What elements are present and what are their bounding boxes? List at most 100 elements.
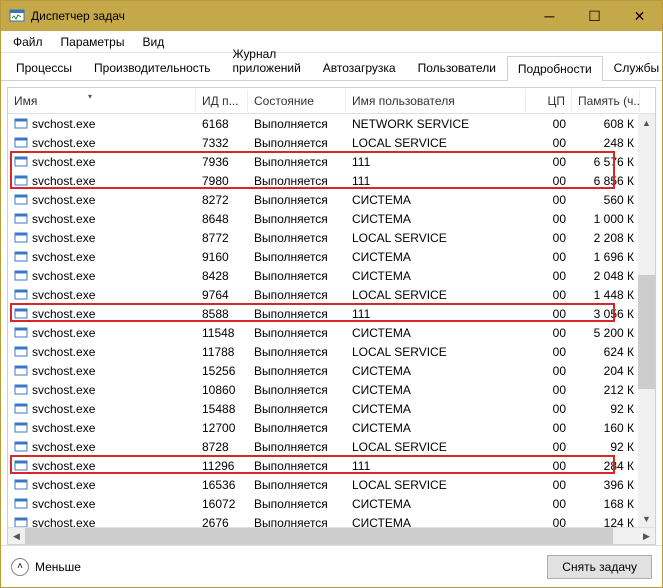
cell-state: Выполняется [248, 136, 346, 150]
table-row[interactable]: svchost.exe16536ВыполняетсяLOCAL SERVICE… [8, 475, 655, 494]
cell-pid: 7936 [196, 155, 248, 169]
tab-startup[interactable]: Автозагрузка [312, 55, 407, 80]
table-row[interactable]: svchost.exe7936Выполняется111006 576 К [8, 152, 655, 171]
process-icon [14, 250, 28, 264]
cell-cpu: 00 [526, 269, 572, 283]
table-row[interactable]: svchost.exe9160ВыполняетсяСИСТЕМА001 696… [8, 247, 655, 266]
table-row[interactable]: svchost.exe6168ВыполняетсяNETWORK SERVIC… [8, 114, 655, 133]
col-header-name[interactable]: Имя ▾ [8, 90, 196, 112]
cell-state: Выполняется [248, 288, 346, 302]
cell-name: svchost.exe [32, 155, 95, 169]
cell-pid: 8772 [196, 231, 248, 245]
table-row[interactable]: svchost.exe11788ВыполняетсяLOCAL SERVICE… [8, 342, 655, 361]
table-row[interactable]: svchost.exe11548ВыполняетсяСИСТЕМА005 20… [8, 323, 655, 342]
cell-cpu: 00 [526, 136, 572, 150]
cell-name: svchost.exe [32, 250, 95, 264]
table-row[interactable]: svchost.exe2676ВыполняетсяСИСТЕМА00124 К [8, 513, 655, 527]
scroll-h-track[interactable] [25, 528, 638, 545]
table-row[interactable]: svchost.exe8272ВыполняетсяСИСТЕМА00560 К [8, 190, 655, 209]
col-header-cpu[interactable]: ЦП [526, 90, 572, 112]
cell-user: LOCAL SERVICE [346, 288, 526, 302]
cell-cpu: 00 [526, 383, 572, 397]
table-row[interactable]: svchost.exe8428ВыполняетсяСИСТЕМА002 048… [8, 266, 655, 285]
cell-state: Выполняется [248, 478, 346, 492]
close-button[interactable]: ✕ [617, 1, 662, 31]
tab-services[interactable]: Службы [603, 55, 663, 80]
cell-pid: 8728 [196, 440, 248, 454]
cell-user: LOCAL SERVICE [346, 478, 526, 492]
cell-cpu: 00 [526, 421, 572, 435]
tab-details[interactable]: Подробности [507, 56, 603, 81]
table-row[interactable]: svchost.exe12700ВыполняетсяСИСТЕМА00160 … [8, 418, 655, 437]
titlebar[interactable]: Диспетчер задач ─ ☐ ✕ [1, 1, 662, 31]
cell-pid: 2676 [196, 516, 248, 528]
menu-file[interactable]: Файл [5, 33, 51, 51]
cell-state: Выполняется [248, 269, 346, 283]
process-icon [14, 136, 28, 150]
scroll-v-thumb[interactable] [638, 275, 655, 389]
table-row[interactable]: svchost.exe9764ВыполняетсяLOCAL SERVICE0… [8, 285, 655, 304]
table-row[interactable]: svchost.exe8588Выполняется111003 056 К [8, 304, 655, 323]
end-task-button[interactable]: Снять задачу [547, 555, 652, 579]
cell-state: Выполняется [248, 231, 346, 245]
table-row[interactable]: svchost.exe8772ВыполняетсяLOCAL SERVICE0… [8, 228, 655, 247]
process-icon [14, 117, 28, 131]
vertical-scrollbar[interactable]: ▲ ▼ [638, 114, 655, 527]
scroll-up-icon[interactable]: ▲ [638, 114, 655, 131]
table-row[interactable]: svchost.exe7332ВыполняетсяLOCAL SERVICE0… [8, 133, 655, 152]
tab-processes[interactable]: Процессы [5, 55, 83, 80]
tab-performance[interactable]: Производительность [83, 55, 221, 80]
cell-name: svchost.exe [32, 288, 95, 302]
cell-name: svchost.exe [32, 440, 95, 454]
cell-pid: 8648 [196, 212, 248, 226]
scroll-right-icon[interactable]: ▶ [638, 528, 655, 545]
menu-view[interactable]: Вид [134, 33, 172, 51]
table-row[interactable]: svchost.exe15488ВыполняетсяСИСТЕМА0092 К [8, 399, 655, 418]
col-header-user[interactable]: Имя пользователя [346, 90, 526, 112]
process-icon [14, 402, 28, 416]
cell-mem: 160 К [572, 421, 640, 435]
table-row[interactable]: svchost.exe8648ВыполняетсяСИСТЕМА001 000… [8, 209, 655, 228]
cell-mem: 6 576 К [572, 155, 640, 169]
cell-name: svchost.exe [32, 174, 95, 188]
cell-state: Выполняется [248, 421, 346, 435]
menu-options[interactable]: Параметры [53, 33, 133, 51]
cell-user: NETWORK SERVICE [346, 117, 526, 131]
cell-pid: 8588 [196, 307, 248, 321]
process-icon [14, 326, 28, 340]
table-row[interactable]: svchost.exe16072ВыполняетсяСИСТЕМА00168 … [8, 494, 655, 513]
cell-pid: 7980 [196, 174, 248, 188]
col-header-pid[interactable]: ИД п... [196, 90, 248, 112]
cell-name: svchost.exe [32, 364, 95, 378]
maximize-button[interactable]: ☐ [572, 1, 617, 31]
horizontal-scrollbar[interactable]: ◀ ▶ [8, 527, 655, 544]
process-icon [14, 497, 28, 511]
process-icon [14, 364, 28, 378]
table-row[interactable]: svchost.exe8728ВыполняетсяLOCAL SERVICE0… [8, 437, 655, 456]
scroll-v-track[interactable] [638, 131, 655, 510]
col-header-state[interactable]: Состояние [248, 90, 346, 112]
grid-body[interactable]: svchost.exe6168ВыполняетсяNETWORK SERVIC… [8, 114, 655, 527]
table-row[interactable]: svchost.exe7980Выполняется111006 856 К [8, 171, 655, 190]
cell-user: СИСТЕМА [346, 364, 526, 378]
process-icon [14, 231, 28, 245]
scroll-down-icon[interactable]: ▼ [638, 510, 655, 527]
cell-pid: 6168 [196, 117, 248, 131]
cell-cpu: 00 [526, 459, 572, 473]
tab-users[interactable]: Пользователи [407, 55, 507, 80]
table-row[interactable]: svchost.exe11296Выполняется11100284 К [8, 456, 655, 475]
cell-user: 111 [346, 155, 526, 169]
col-header-mem[interactable]: Память (ч... [572, 90, 640, 112]
cell-user: СИСТЕМА [346, 212, 526, 226]
tab-app-history[interactable]: Журнал приложений [222, 41, 312, 80]
scroll-h-thumb[interactable] [25, 528, 613, 545]
table-row[interactable]: svchost.exe15256ВыполняетсяСИСТЕМА00204 … [8, 361, 655, 380]
task-manager-window: Диспетчер задач ─ ☐ ✕ Файл Параметры Вид… [0, 0, 663, 588]
scroll-left-icon[interactable]: ◀ [8, 528, 25, 545]
cell-mem: 2 048 К [572, 269, 640, 283]
menubar: Файл Параметры Вид [1, 31, 662, 53]
minimize-button[interactable]: ─ [527, 1, 572, 31]
table-row[interactable]: svchost.exe10860ВыполняетсяСИСТЕМА00212 … [8, 380, 655, 399]
cell-cpu: 00 [526, 402, 572, 416]
fewer-details-button[interactable]: ˄ Меньше [11, 558, 81, 576]
